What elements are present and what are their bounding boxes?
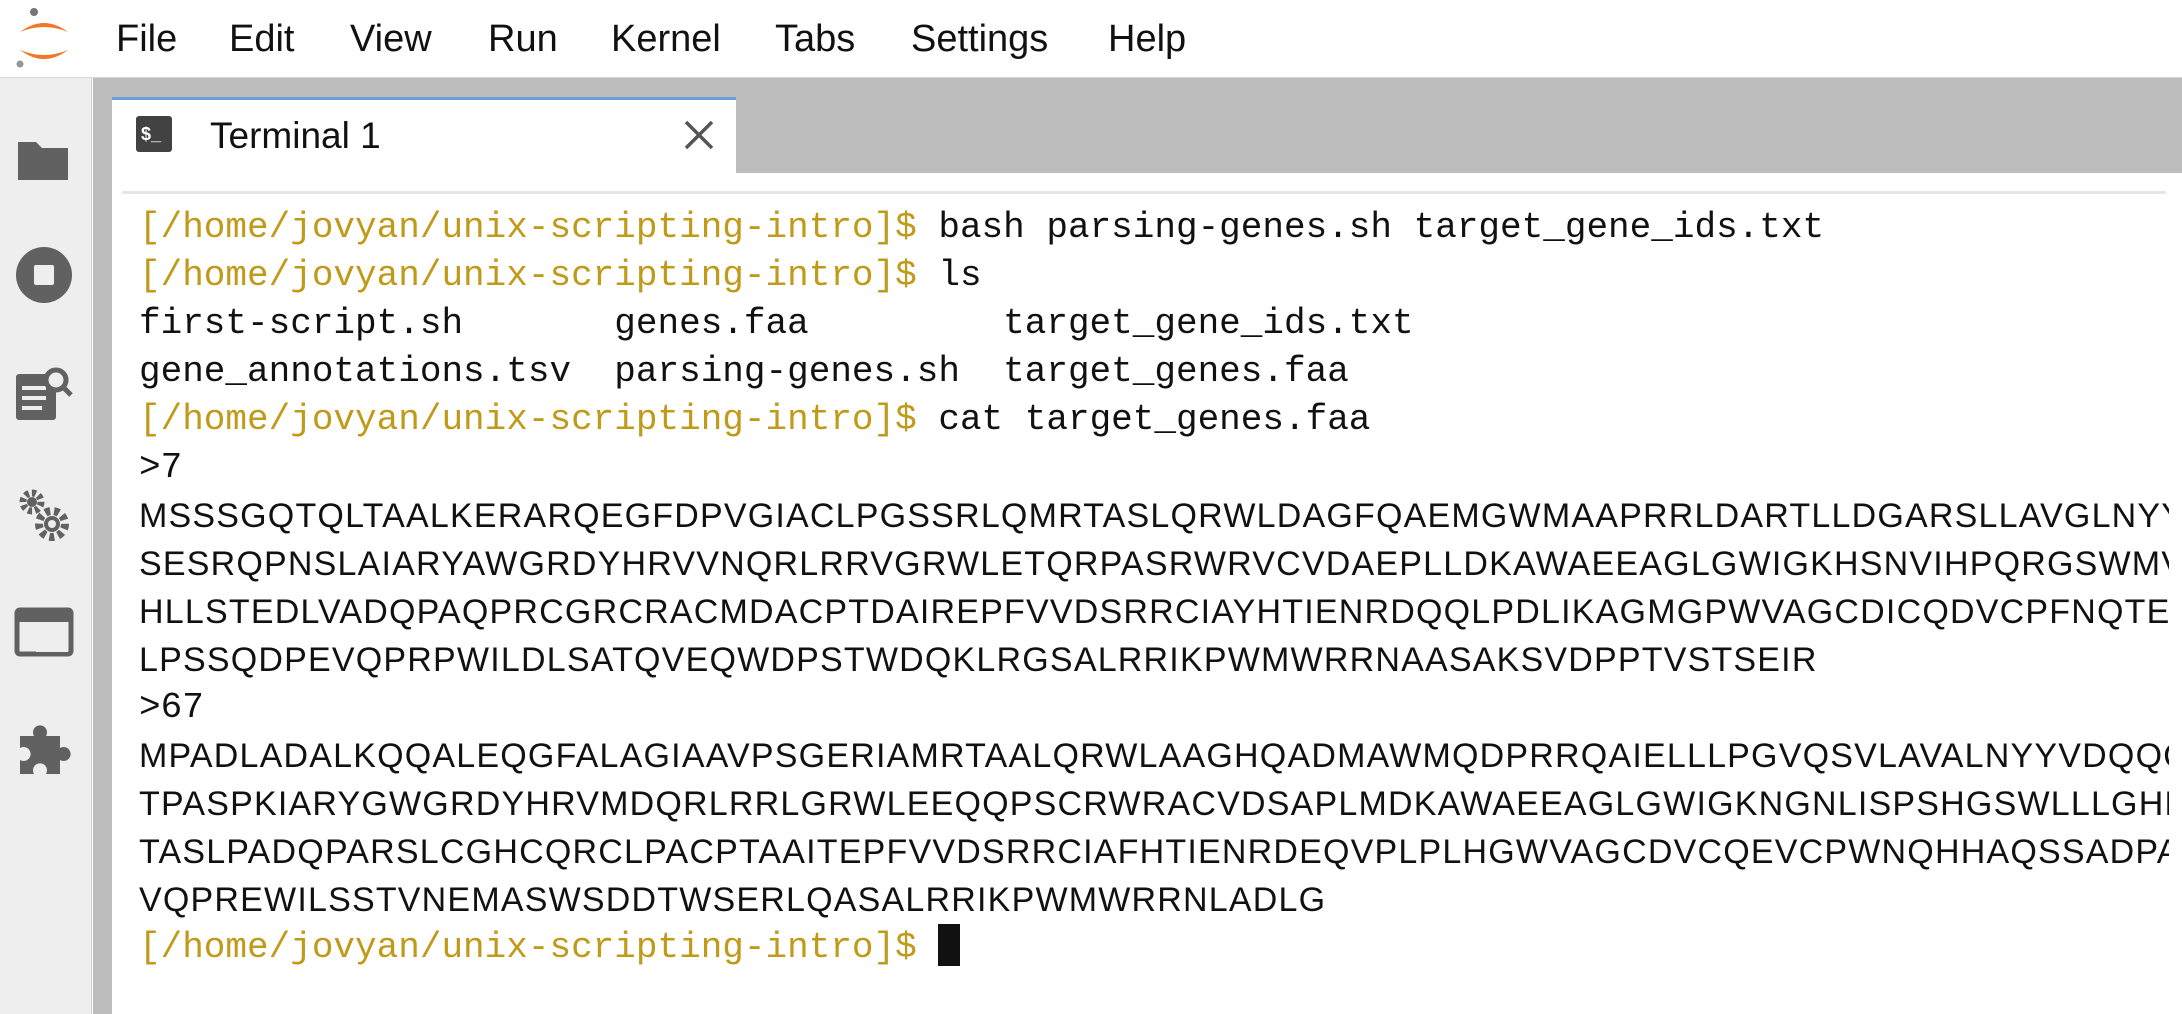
menu-settings[interactable]: Settings bbox=[911, 14, 1048, 64]
terminal-line: [/home/jovyan/unix-scripting-intro]$ bbox=[139, 924, 2169, 972]
sequence-line: HLLSTEDLVADQPAQPRCGRCRACMDACPTDAIREPFVVD… bbox=[139, 593, 2169, 631]
menu-run[interactable]: Run bbox=[488, 14, 558, 64]
sequence-line: MPADLADALKQQALEQGFALAGIAAVPSGERIAMRTAALQ… bbox=[139, 737, 2169, 775]
fasta-header: >67 bbox=[139, 687, 204, 728]
gears-icon[interactable] bbox=[14, 484, 74, 544]
sequence-line: TPASPKIARYGWGRDYHRVMDQRLRRLGRWLEEQQPSCRW… bbox=[139, 785, 2169, 823]
jupyterlab-window: File Edit View Run Kernel Tabs Settings … bbox=[0, 0, 2182, 1014]
terminal-line: [/home/jovyan/unix-scripting-intro]$ cat… bbox=[139, 396, 2169, 444]
close-icon[interactable] bbox=[677, 113, 721, 157]
terminal-output[interactable]: [/home/jovyan/unix-scripting-intro]$ bas… bbox=[139, 204, 2169, 972]
shell-prompt: [/home/jovyan/unix-scripting-intro]$ bbox=[139, 927, 917, 968]
tabs-icon[interactable] bbox=[14, 602, 74, 662]
shell-prompt: [/home/jovyan/unix-scripting-intro]$ bbox=[139, 399, 917, 440]
terminal-line: [/home/jovyan/unix-scripting-intro]$ ls bbox=[139, 252, 2169, 300]
menu-edit[interactable]: Edit bbox=[229, 14, 294, 64]
command-text: cat target_genes.faa bbox=[916, 399, 1371, 440]
shell-prompt: [/home/jovyan/unix-scripting-intro]$ bbox=[139, 207, 917, 248]
shell-prompt: [/home/jovyan/unix-scripting-intro]$ bbox=[139, 255, 917, 296]
folder-icon[interactable] bbox=[14, 130, 74, 190]
terminal-icon: $_ bbox=[134, 114, 174, 154]
menu-bar: File Edit View Run Kernel Tabs Settings … bbox=[0, 0, 2182, 78]
command-text: ls bbox=[916, 255, 982, 296]
sequence-line: SESRQPNSLAIARYAWGRDYHRVVNQRLRRVGRWLETQRP… bbox=[139, 545, 2169, 583]
terminal-cursor bbox=[938, 924, 961, 967]
svg-text:$_: $_ bbox=[141, 124, 162, 144]
sequence-line: MSSSGQTQLTAALKERARQEGFDPVGIACLPGSSRLQMRT… bbox=[139, 497, 2169, 535]
ls-output-row: first-script.sh genes.faa target_gene_id… bbox=[139, 303, 1414, 344]
command-text: bash parsing-genes.sh target_gene_ids.tx… bbox=[916, 207, 1825, 248]
terminal-panel[interactable]: [/home/jovyan/unix-scripting-intro]$ bas… bbox=[112, 173, 2182, 1014]
tab-label: Terminal 1 bbox=[210, 115, 381, 156]
menu-help[interactable]: Help bbox=[1108, 14, 1186, 64]
sequence-line: LPSSQDPEVQPRPWILDLSATQVEQWDPSTWDQKLRGSAL… bbox=[139, 641, 1818, 679]
stop-circle-icon[interactable] bbox=[14, 245, 74, 305]
fasta-header: >7 bbox=[139, 447, 183, 488]
sequence-line: TASLPADQPARSLCGHCQRCLPACPTAAITEPFVVDSRRC… bbox=[139, 833, 2169, 871]
menu-kernel[interactable]: Kernel bbox=[611, 14, 721, 64]
tab-terminal-1[interactable]: $_ Terminal 1 bbox=[112, 97, 736, 173]
property-inspector-icon[interactable] bbox=[14, 364, 74, 424]
menu-file[interactable]: File bbox=[116, 14, 177, 64]
menu-view[interactable]: View bbox=[350, 14, 432, 64]
extension-puzzle-icon[interactable] bbox=[14, 718, 74, 778]
menu-tabs[interactable]: Tabs bbox=[775, 14, 855, 64]
ls-output-row: gene_annotations.tsv parsing-genes.sh ta… bbox=[139, 351, 1349, 392]
jupyter-logo-icon bbox=[12, 6, 76, 72]
terminal-line: [/home/jovyan/unix-scripting-intro]$ bas… bbox=[139, 204, 2169, 252]
main-dock-area: $_ Terminal 1 [/home/jovyan/unix-scripti… bbox=[93, 78, 2182, 1014]
terminal-divider bbox=[122, 191, 2166, 194]
sequence-line: VQPREWILSSTVNEMASWSDDTWSERLQASALRRIKPWMW… bbox=[139, 881, 1327, 919]
left-sidebar bbox=[0, 78, 92, 1014]
